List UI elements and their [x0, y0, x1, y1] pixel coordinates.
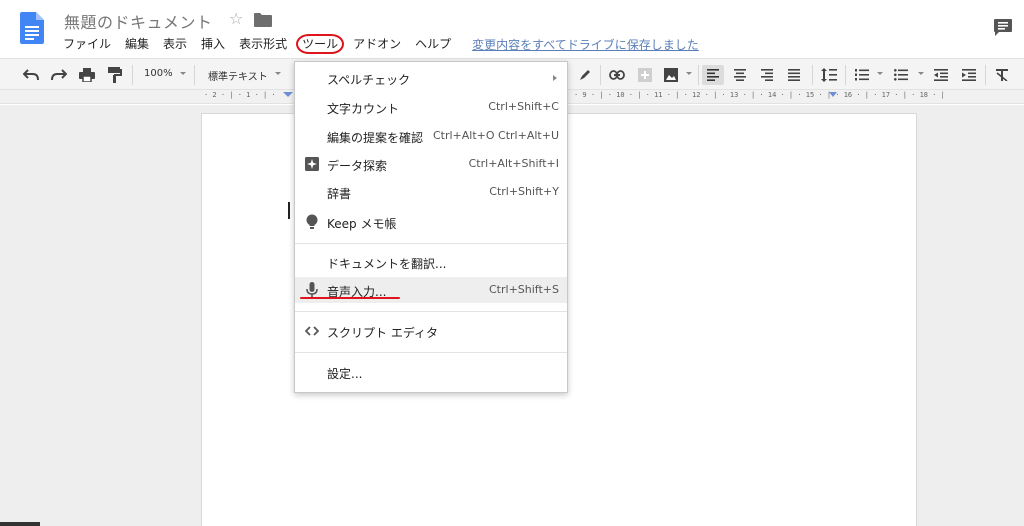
bulleted-list-icon[interactable]	[890, 65, 912, 85]
left-indent-marker-icon[interactable]	[283, 92, 293, 97]
bulleted-list-caret-icon[interactable]	[918, 72, 924, 75]
menu-item-voice-typing[interactable]: 音声入力... Ctrl+Shift+S	[295, 277, 567, 303]
menu-item-preferences[interactable]: 設定...	[295, 359, 567, 385]
menu-item-label: データ探索	[327, 159, 388, 173]
image-caret-icon[interactable]	[686, 72, 692, 75]
menu-item-script-editor[interactable]: スクリプト エディタ	[295, 318, 567, 344]
style-select[interactable]: 標準テキスト	[208, 68, 268, 83]
document-title[interactable]: 無題のドキュメント	[64, 9, 213, 33]
numbered-list-icon[interactable]	[851, 65, 873, 85]
menu-bar: ファイル 編集 表示 挿入 表示形式 ツール アドオン ヘルプ 変更内容をすべて…	[56, 34, 699, 54]
menu-addons[interactable]: アドオン	[346, 34, 408, 54]
menu-help[interactable]: ヘルプ	[408, 34, 458, 54]
microphone-icon	[304, 282, 320, 298]
menu-view[interactable]: 表示	[156, 34, 194, 54]
bottom-edge-strip	[0, 522, 40, 526]
menu-item-keep-notepad[interactable]: Keep メモ帳	[295, 209, 567, 235]
voice-typing-red-underline	[300, 297, 400, 299]
submenu-arrow-icon	[553, 75, 557, 81]
menu-format[interactable]: 表示形式	[232, 34, 294, 54]
menu-item-label: 編集の提案を確認	[327, 131, 424, 145]
print-icon[interactable]	[76, 65, 98, 85]
menu-edit[interactable]: 編集	[118, 34, 156, 54]
menu-item-label: スペルチェック	[327, 73, 411, 87]
comments-icon[interactable]	[993, 18, 1013, 38]
app-header: 無題のドキュメント ☆ ファイル 編集 表示 挿入 表示形式 ツール アドオン …	[0, 0, 1024, 58]
align-left-icon[interactable]	[702, 65, 724, 85]
menu-item-label: Keep メモ帳	[327, 217, 397, 231]
menu-item-label: ドキュメントを翻訳...	[327, 257, 447, 271]
menu-item-label: 辞書	[327, 187, 352, 201]
save-status-link[interactable]: 変更内容をすべてドライブに保存しました	[472, 36, 699, 53]
menu-item-translate-document[interactable]: ドキュメントを翻訳...	[295, 249, 567, 275]
code-icon	[304, 323, 320, 339]
menu-item-label: 文字カウント	[327, 102, 400, 116]
menu-item-label: スクリプト エディタ	[327, 326, 438, 340]
menu-item-dictionary[interactable]: 辞書 Ctrl+Shift+Y	[295, 179, 567, 205]
link-icon[interactable]	[606, 65, 628, 85]
zoom-caret-icon[interactable]	[180, 72, 186, 75]
docs-logo-icon[interactable]	[20, 12, 44, 44]
redo-icon[interactable]	[48, 65, 70, 85]
menu-item-shortcut: Ctrl+Shift+S	[489, 283, 559, 296]
menu-item-shortcut: Ctrl+Shift+Y	[489, 185, 559, 198]
menu-item-explore[interactable]: データ探索 Ctrl+Alt+Shift+I	[295, 151, 567, 177]
align-right-icon[interactable]	[756, 65, 778, 85]
menu-insert[interactable]: 挿入	[194, 34, 232, 54]
clear-formatting-icon[interactable]	[991, 65, 1013, 85]
style-caret-icon[interactable]	[275, 72, 281, 75]
menu-file[interactable]: ファイル	[56, 34, 118, 54]
increase-indent-icon[interactable]	[958, 65, 980, 85]
tools-menu-dropdown: スペルチェック 文字カウント Ctrl+Shift+C 編集の提案を確認 Ctr…	[294, 61, 568, 393]
menu-item-label: 設定...	[327, 367, 363, 381]
highlight-pen-icon[interactable]	[574, 65, 596, 85]
menu-separator	[295, 243, 567, 244]
menu-item-shortcut: Ctrl+Shift+C	[488, 100, 559, 113]
zoom-select[interactable]: 100%	[144, 68, 173, 79]
right-indent-marker-icon[interactable]	[829, 92, 837, 97]
add-comment-icon[interactable]	[634, 65, 656, 85]
explore-icon	[304, 156, 320, 172]
decrease-indent-icon[interactable]	[930, 65, 952, 85]
menu-item-spellcheck[interactable]: スペルチェック	[295, 65, 567, 91]
lightbulb-icon	[304, 214, 320, 230]
numbered-list-caret-icon[interactable]	[877, 72, 883, 75]
menu-tools[interactable]: ツール	[296, 34, 345, 54]
insert-image-icon[interactable]	[660, 65, 682, 85]
align-justify-icon[interactable]	[783, 65, 805, 85]
star-icon[interactable]: ☆	[229, 9, 243, 28]
menu-item-shortcut: Ctrl+Alt+Shift+I	[468, 157, 559, 170]
folder-icon[interactable]	[254, 12, 272, 27]
align-center-icon[interactable]	[729, 65, 751, 85]
ruler-left-marks: · 2 · | · 1 · | ·	[204, 91, 276, 99]
menu-separator	[295, 352, 567, 353]
ruler-right-marks: · 9 · | · 10 · | · 11 · | · 12 · | · 13 …	[574, 91, 945, 99]
menu-item-review-suggestions[interactable]: 編集の提案を確認 Ctrl+Alt+O Ctrl+Alt+U	[295, 123, 567, 149]
menu-item-shortcut: Ctrl+Alt+O Ctrl+Alt+U	[432, 129, 559, 142]
paint-format-icon[interactable]	[104, 65, 126, 85]
undo-icon[interactable]	[20, 65, 42, 85]
menu-item-word-count[interactable]: 文字カウント Ctrl+Shift+C	[295, 94, 567, 120]
text-cursor	[288, 202, 290, 219]
line-spacing-icon[interactable]	[818, 65, 840, 85]
menu-separator	[295, 311, 567, 312]
